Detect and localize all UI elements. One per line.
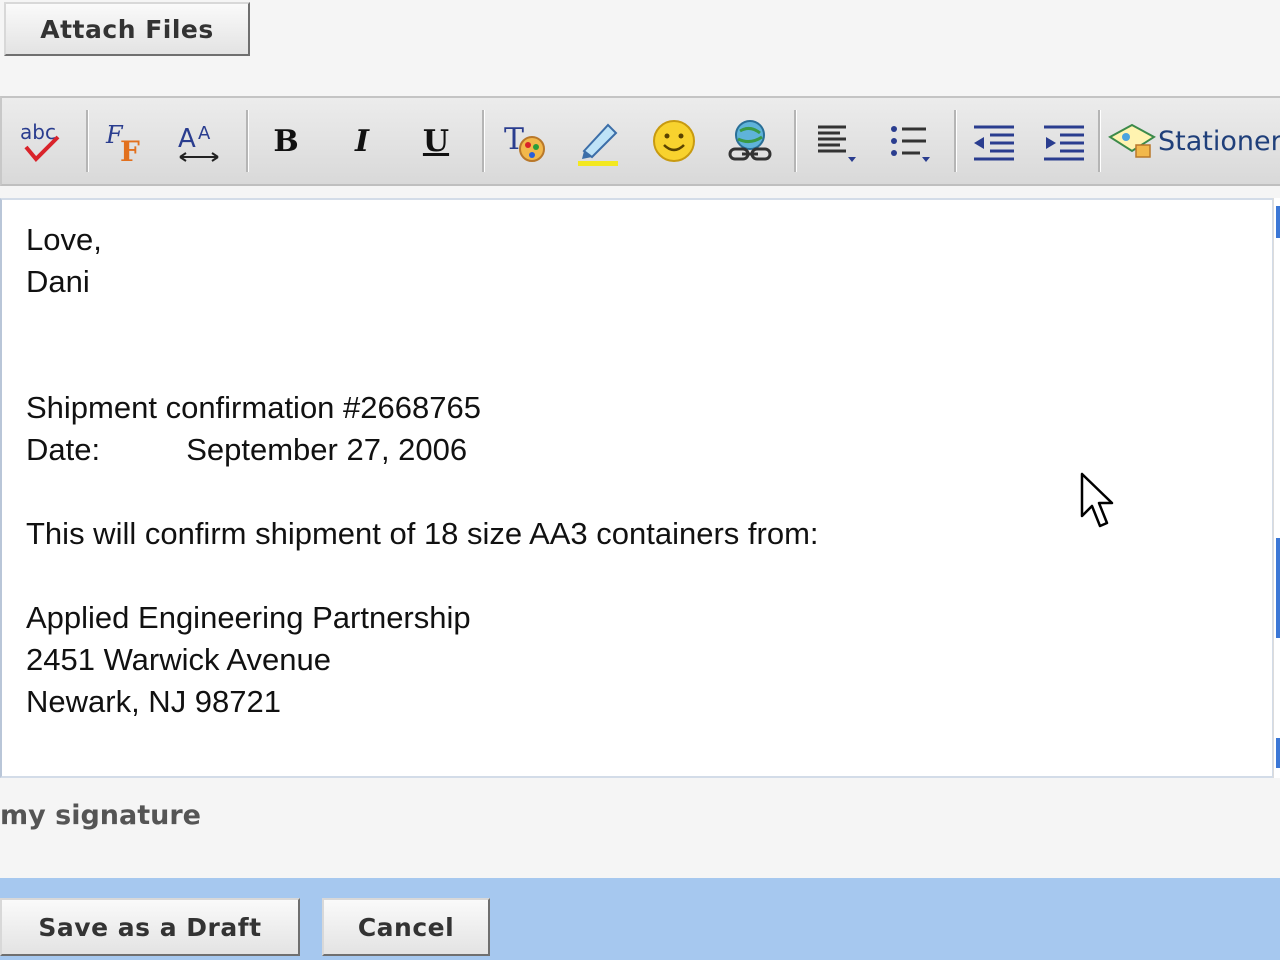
toolbar-separator — [482, 110, 485, 172]
mouse-pointer-icon — [1080, 472, 1114, 528]
formatting-toolbar: abc F F A A B I U T Stationer — [0, 96, 1280, 186]
scrollbar-thumb[interactable] — [1276, 538, 1280, 638]
stationery-label: Stationer — [1158, 125, 1280, 157]
body-line: Shipment confirmation #2668765 — [26, 390, 481, 425]
body-line: Date: September 27, 2006 — [26, 432, 468, 467]
svg-text:F: F — [120, 135, 140, 167]
italic-icon[interactable]: I — [336, 98, 388, 184]
emoticon-icon[interactable] — [646, 98, 702, 184]
body-line: Love, — [26, 222, 102, 257]
font-face-icon[interactable]: F F — [98, 98, 154, 184]
toolbar-separator — [954, 110, 957, 172]
align-icon[interactable] — [808, 98, 864, 184]
bullet-list-icon[interactable] — [882, 98, 938, 184]
scrollbar-marker — [1276, 206, 1280, 238]
insert-link-icon[interactable] — [720, 98, 780, 184]
body-line: This will confirm shipment of 18 size AA… — [26, 516, 819, 551]
text-color-icon[interactable]: T — [496, 98, 552, 184]
scrollbar-marker — [1276, 738, 1280, 768]
svg-text:A: A — [198, 123, 211, 144]
toolbar-separator — [794, 110, 797, 172]
underline-glyph: U — [422, 123, 450, 159]
toolbar-separator — [86, 110, 89, 172]
signature-label[interactable]: my signature — [0, 800, 201, 831]
spellcheck-glyph: abc — [20, 120, 56, 144]
svg-text:A: A — [178, 124, 196, 154]
spellcheck-icon[interactable]: abc — [14, 98, 70, 184]
toolbar-separator — [1098, 110, 1101, 172]
stationery-icon — [1108, 123, 1156, 158]
italic-glyph: I — [354, 123, 370, 159]
body-line: 2451 Warwick Avenue — [26, 642, 332, 677]
body-line: Dani — [26, 264, 90, 299]
highlight-icon[interactable] — [570, 98, 626, 184]
toolbar-separator — [246, 110, 249, 172]
bold-icon[interactable]: B — [260, 98, 312, 184]
save-draft-button[interactable]: Save as a Draft — [0, 898, 300, 956]
bold-glyph: B — [273, 123, 299, 159]
body-line: Applied Engineering Partnership — [26, 600, 471, 635]
font-size-icon[interactable]: A A — [172, 98, 228, 184]
attach-files-button[interactable]: Attach Files — [4, 2, 250, 56]
stationery-button[interactable]: Stationer — [1106, 98, 1280, 184]
cancel-button[interactable]: Cancel — [322, 898, 490, 956]
editor-scrollbar[interactable] — [1273, 198, 1280, 778]
underline-icon[interactable]: U — [410, 98, 462, 184]
indent-icon[interactable] — [1036, 98, 1092, 184]
body-line: Newark, NJ 98721 — [26, 684, 282, 719]
outdent-icon[interactable] — [966, 98, 1022, 184]
